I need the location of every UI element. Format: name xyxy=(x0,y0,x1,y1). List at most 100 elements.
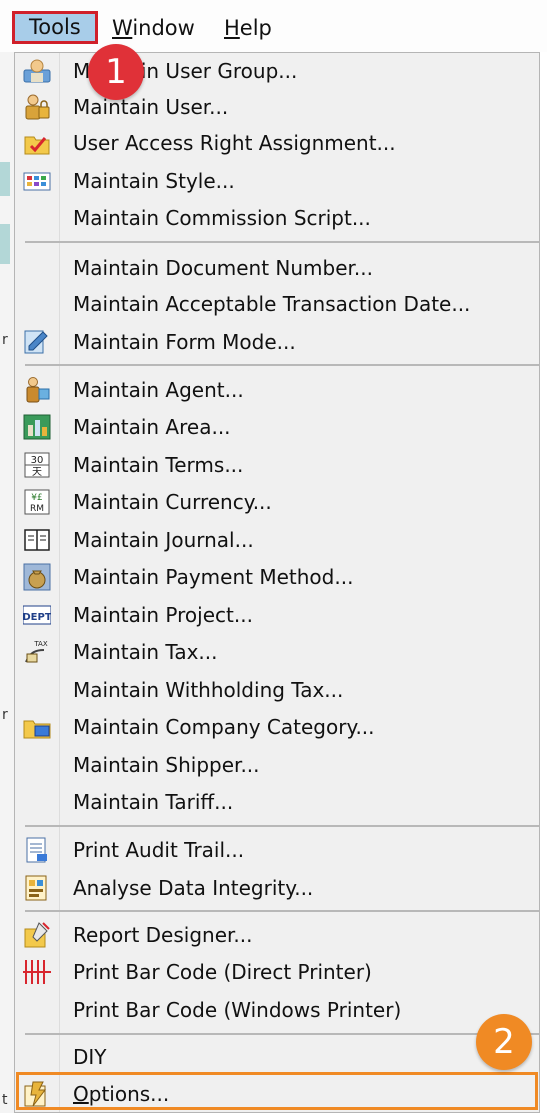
audit-trail-icon xyxy=(23,836,51,864)
menu-item-label: Maintain Area... xyxy=(73,415,231,439)
background-mark xyxy=(0,224,10,264)
menu-item-maintain-company-category[interactable]: Maintain Company Category... xyxy=(15,709,539,745)
menu-item-label: Maintain Project... xyxy=(73,603,253,627)
menu-item-maintain-tariff[interactable]: Maintain Tariff... xyxy=(15,784,539,820)
options-icon xyxy=(23,1080,51,1108)
menu-item-label: Maintain Shipper... xyxy=(73,753,260,777)
company-category-icon xyxy=(23,713,51,741)
background-text: r xyxy=(2,707,8,723)
menu-item-label: Maintain Tariff... xyxy=(73,790,234,814)
menu-item-label: Maintain Company Category... xyxy=(73,715,375,739)
menu-item-maintain-terms[interactable]: 30 天 Maintain Terms... xyxy=(15,447,539,483)
menu-help-accel: H xyxy=(224,16,240,40)
menu-item-label: Maintain Commission Script... xyxy=(73,206,371,230)
menu-item-diy[interactable]: DIY xyxy=(15,1039,539,1075)
form-mode-icon xyxy=(23,328,51,356)
menu-item-maintain-commission-script[interactable]: Maintain Commission Script... xyxy=(15,200,539,236)
menu-item-maintain-payment-method[interactable]: Maintain Payment Method... xyxy=(15,559,539,595)
menu-item-maintain-tax[interactable]: TAX Maintain Tax... xyxy=(15,634,539,670)
terms-calendar-icon: 30 天 xyxy=(23,451,51,479)
project-dept-icon: DEPT xyxy=(22,601,52,629)
menu-item-label: Print Audit Trail... xyxy=(73,838,245,862)
currency-icon-text: ¥£ xyxy=(31,493,42,503)
menu-help[interactable]: Help xyxy=(216,12,280,44)
menu-window-accel: W xyxy=(112,16,133,40)
currency-icon-text: RM xyxy=(30,504,44,514)
menu-item-print-bar-code-direct[interactable]: Print Bar Code (Direct Printer) xyxy=(15,954,539,990)
menu-item-maintain-withholding-tax[interactable]: Maintain Withholding Tax... xyxy=(15,672,539,708)
terms-icon-text: 天 xyxy=(32,467,42,478)
menu-tools-label: Tools xyxy=(29,15,81,39)
menu-item-maintain-style[interactable]: Maintain Style... xyxy=(15,163,539,199)
menu-item-report-designer[interactable]: Report Designer... xyxy=(15,917,539,953)
tools-dropdown-menu: Maintain User Group... Maintain User... … xyxy=(14,52,540,1113)
tax-icon-text: TAX xyxy=(33,640,48,648)
agent-icon xyxy=(23,376,51,404)
user-lock-icon xyxy=(23,93,51,121)
menu-item-label: Print Bar Code (Windows Printer) xyxy=(73,998,402,1022)
menu-item-maintain-project[interactable]: DEPT Maintain Project... xyxy=(15,597,539,633)
options-accel: O xyxy=(73,1082,89,1106)
menu-separator xyxy=(25,910,539,912)
menu-item-label: Maintain Form Mode... xyxy=(73,330,296,354)
menu-item-maintain-form-mode[interactable]: Maintain Form Mode... xyxy=(15,324,539,360)
menu-item-label: User Access Right Assignment... xyxy=(73,131,396,155)
menu-item-label: Maintain Document Number... xyxy=(73,256,373,280)
background-mark xyxy=(0,162,10,196)
menu-item-label: Maintain Acceptable Transaction Date... xyxy=(73,292,471,316)
area-map-icon xyxy=(23,413,51,441)
menu-item-label: Print Bar Code (Direct Printer) xyxy=(73,960,372,984)
journal-book-icon xyxy=(23,526,51,554)
menu-separator xyxy=(25,364,539,366)
menu-window[interactable]: Window xyxy=(104,12,203,44)
background-window-edge: r r t xyxy=(0,52,14,1113)
menu-item-label: Maintain Tax... xyxy=(73,640,218,664)
report-designer-icon xyxy=(23,921,51,949)
menu-item-options[interactable]: Options... xyxy=(15,1076,539,1112)
menu-item-maintain-area[interactable]: Maintain Area... xyxy=(15,409,539,445)
user-group-icon xyxy=(23,57,51,85)
menu-item-maintain-user[interactable]: Maintain User... xyxy=(15,89,539,125)
menu-tools[interactable]: Tools xyxy=(12,11,98,44)
menu-item-user-access-right-assignment[interactable]: User Access Right Assignment... xyxy=(15,125,539,161)
options-label-rest: ptions... xyxy=(88,1082,170,1106)
step-1-badge: 1 xyxy=(88,44,144,100)
menu-item-label: Maintain Terms... xyxy=(73,453,244,477)
payment-bag-icon xyxy=(23,563,51,591)
data-integrity-icon xyxy=(23,874,51,902)
menu-item-label: DIY xyxy=(73,1045,107,1069)
menu-item-maintain-currency[interactable]: ¥£ RM Maintain Currency... xyxy=(15,484,539,520)
tax-icon: TAX xyxy=(23,638,51,666)
menu-item-maintain-acceptable-transaction-date[interactable]: Maintain Acceptable Transaction Date... xyxy=(15,286,539,322)
menu-item-maintain-journal[interactable]: Maintain Journal... xyxy=(15,522,539,558)
barcode-icon xyxy=(23,958,51,986)
menu-item-label: Analyse Data Integrity... xyxy=(73,876,314,900)
menu-item-label: Maintain Agent... xyxy=(73,378,244,402)
project-icon-text: DEPT xyxy=(23,612,51,623)
currency-icon: ¥£ RM xyxy=(23,488,51,516)
menu-separator xyxy=(25,1033,539,1035)
menu-item-label: Maintain Payment Method... xyxy=(73,565,354,589)
menu-item-label: Maintain Withholding Tax... xyxy=(73,678,344,702)
menu-item-maintain-shipper[interactable]: Maintain Shipper... xyxy=(15,747,539,783)
menu-item-maintain-document-number[interactable]: Maintain Document Number... xyxy=(15,250,539,286)
menu-item-label: Options... xyxy=(73,1082,169,1106)
menu-item-print-bar-code-windows[interactable]: Print Bar Code (Windows Printer) xyxy=(15,992,539,1028)
menu-separator xyxy=(25,825,539,827)
menu-item-label: Maintain Style... xyxy=(73,169,235,193)
background-text: t xyxy=(2,1092,8,1108)
menu-help-label: elp xyxy=(239,16,272,40)
menu-separator xyxy=(25,241,539,243)
menu-window-label: indow xyxy=(132,16,195,40)
menu-item-analyse-data-integrity[interactable]: Analyse Data Integrity... xyxy=(15,870,539,906)
menu-item-print-audit-trail[interactable]: Print Audit Trail... xyxy=(15,832,539,868)
menu-item-label: Maintain User... xyxy=(73,95,229,119)
step-2-badge: 2 xyxy=(476,1014,532,1070)
menu-item-label: Report Designer... xyxy=(73,923,253,947)
menu-item-maintain-agent[interactable]: Maintain Agent... xyxy=(15,372,539,408)
terms-icon-text: 30 xyxy=(31,455,44,466)
menu-item-label: Maintain Journal... xyxy=(73,528,254,552)
menu-item-label: Maintain Currency... xyxy=(73,490,272,514)
background-text: r xyxy=(2,332,8,348)
style-palette-icon xyxy=(23,167,51,195)
